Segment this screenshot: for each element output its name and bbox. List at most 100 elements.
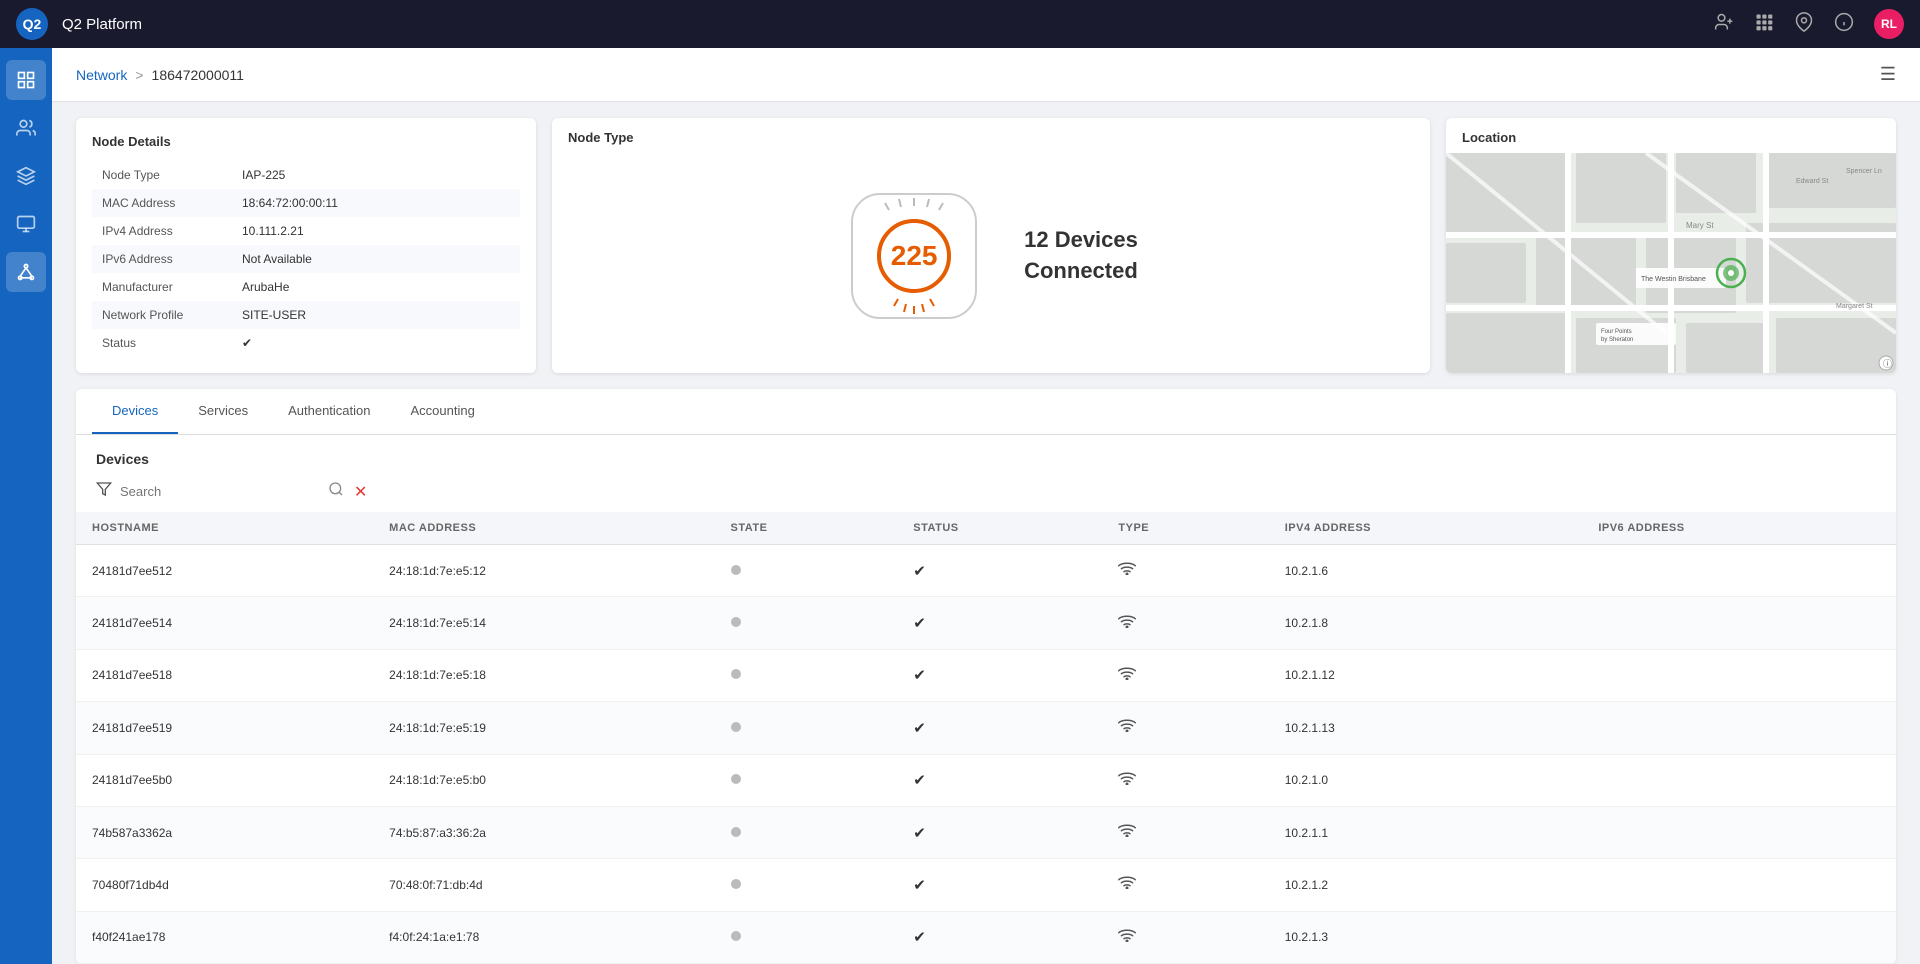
node-type-title: Node Type <box>568 130 634 145</box>
add-user-icon[interactable] <box>1714 12 1734 37</box>
svg-text:Spencer Ln: Spencer Ln <box>1846 168 1882 175</box>
state-cell <box>715 859 898 911</box>
mac-cell: 24:18:1d:7e:e5:b0 <box>373 754 714 806</box>
col-ipv6-address: IPV6 ADDRESS <box>1582 512 1896 545</box>
ipv6-cell <box>1582 545 1896 597</box>
status-check-icon: ✔ <box>913 825 926 842</box>
mac-cell: 24:18:1d:7e:e5:12 <box>373 545 714 597</box>
breadcrumb-network-link[interactable]: Network <box>76 67 127 83</box>
type-cell <box>1102 911 1268 963</box>
detail-value: ✔ <box>232 329 520 357</box>
status-check-icon: ✔ <box>913 615 926 632</box>
grid-icon[interactable] <box>1754 12 1774 37</box>
hostname-cell[interactable]: 70480f71db4d <box>76 859 373 911</box>
state-cell <box>715 754 898 806</box>
tab-devices[interactable]: Devices <box>92 389 178 434</box>
state-dot <box>731 722 741 732</box>
hostname-cell[interactable]: 24181d7ee519 <box>76 702 373 754</box>
user-avatar[interactable]: RL <box>1874 9 1904 39</box>
tab-authentication[interactable]: Authentication <box>268 389 390 434</box>
hostname-cell[interactable]: 24181d7ee512 <box>76 545 373 597</box>
ipv4-cell: 10.2.1.3 <box>1269 911 1583 963</box>
status-cell: ✔ <box>897 545 1102 597</box>
table-row: 24181d7ee514 24:18:1d:7e:e5:14 ✔ 10.2.1.… <box>76 597 1896 649</box>
app-title: Q2 Platform <box>62 16 1714 33</box>
hostname-cell[interactable]: 24181d7ee518 <box>76 649 373 701</box>
status-cell: ✔ <box>897 597 1102 649</box>
filter-icon[interactable] <box>96 481 112 502</box>
search-close-button[interactable]: ✕ <box>354 482 367 502</box>
ipv6-cell <box>1582 754 1896 806</box>
wifi-icon <box>1118 719 1136 736</box>
detail-value: IAP-225 <box>232 161 520 189</box>
nav-icons: RL <box>1714 9 1904 39</box>
state-cell <box>715 806 898 858</box>
tab-services[interactable]: Services <box>178 389 268 434</box>
ipv6-cell <box>1582 597 1896 649</box>
status-check-icon: ✔ <box>913 563 926 580</box>
wifi-icon <box>1118 772 1136 789</box>
ipv4-cell: 10.2.1.6 <box>1269 545 1583 597</box>
detail-value: 18:64:72:00:00:11 <box>232 189 520 217</box>
tabs: DevicesServicesAuthenticationAccounting <box>76 389 1896 434</box>
sidebar-item-dashboard[interactable] <box>6 60 46 100</box>
hostname-cell[interactable]: 24181d7ee514 <box>76 597 373 649</box>
app-logo: Q2 <box>16 8 48 40</box>
detail-value: SITE-USER <box>232 301 520 329</box>
search-button[interactable] <box>328 481 344 502</box>
table-row: 24181d7ee512 24:18:1d:7e:e5:12 ✔ 10.2.1.… <box>76 545 1896 597</box>
devices-connected-text: 12 Devices Connected <box>1024 225 1138 287</box>
table-row: 24181d7ee519 24:18:1d:7e:e5:19 ✔ 10.2.1.… <box>76 702 1896 754</box>
table-row: 24181d7ee5b0 24:18:1d:7e:e5:b0 ✔ 10.2.1.… <box>76 754 1896 806</box>
status-cell: ✔ <box>897 649 1102 701</box>
col-ipv4-address: IPV4 ADDRESS <box>1269 512 1583 545</box>
state-cell <box>715 597 898 649</box>
devices-table: HOSTNAMEMAC ADDRESSSTATESTATUSTYPEIPV4 A… <box>76 512 1896 964</box>
top-navigation: Q2 Q2 Platform RL <box>0 0 1920 48</box>
ipv6-cell <box>1582 806 1896 858</box>
wifi-icon <box>1118 876 1136 893</box>
table-row: 74b587a3362a 74:b5:87:a3:36:2a ✔ 10.2.1.… <box>76 806 1896 858</box>
location-icon[interactable] <box>1794 12 1814 37</box>
table-row: 24181d7ee518 24:18:1d:7e:e5:18 ✔ 10.2.1.… <box>76 649 1896 701</box>
tab-accounting[interactable]: Accounting <box>391 389 495 434</box>
breadcrumb-current: 186472000011 <box>152 67 244 83</box>
hostname-cell[interactable]: 74b587a3362a <box>76 806 373 858</box>
state-cell <box>715 649 898 701</box>
status-check-icon: ✔ <box>913 929 926 946</box>
info-icon[interactable] <box>1834 12 1854 37</box>
wifi-icon <box>1118 929 1136 946</box>
detail-label: Manufacturer <box>92 273 232 301</box>
wifi-icon <box>1118 824 1136 841</box>
sidebar-item-groups[interactable] <box>6 156 46 196</box>
wifi-icon <box>1118 667 1136 684</box>
table-header: HOSTNAMEMAC ADDRESSSTATESTATUSTYPEIPV4 A… <box>76 512 1896 545</box>
ipv4-cell: 10.2.1.13 <box>1269 702 1583 754</box>
ipv6-cell <box>1582 702 1896 754</box>
state-dot <box>731 669 741 679</box>
detail-label: Network Profile <box>92 301 232 329</box>
col-mac-address: MAC ADDRESS <box>373 512 714 545</box>
breadcrumb-menu-icon[interactable]: ☰ <box>1880 64 1896 85</box>
mac-cell: 24:18:1d:7e:e5:19 <box>373 702 714 754</box>
node-type-card: Node Type <box>552 118 1430 373</box>
hostname-cell[interactable]: f40f241ae178 <box>76 911 373 963</box>
ipv6-cell <box>1582 911 1896 963</box>
search-input[interactable] <box>120 484 320 499</box>
table-row: f40f241ae178 f4:0f:24:1a:e1:78 ✔ 10.2.1.… <box>76 911 1896 963</box>
col-state: STATE <box>715 512 898 545</box>
type-cell <box>1102 545 1268 597</box>
breadcrumb-separator: > <box>135 67 143 83</box>
status-cell: ✔ <box>897 859 1102 911</box>
col-type: TYPE <box>1102 512 1268 545</box>
sidebar-item-users[interactable] <box>6 108 46 148</box>
sidebar-item-network[interactable] <box>6 252 46 292</box>
state-cell <box>715 702 898 754</box>
gauge-visual: 225 <box>844 186 984 326</box>
svg-text:Edward St: Edward St <box>1796 178 1828 185</box>
state-cell <box>715 911 898 963</box>
hostname-cell[interactable]: 24181d7ee5b0 <box>76 754 373 806</box>
sidebar-item-devices[interactable] <box>6 204 46 244</box>
content-area: Network > 186472000011 ☰ Node Details No… <box>52 48 1920 964</box>
detail-label: IPv6 Address <box>92 245 232 273</box>
